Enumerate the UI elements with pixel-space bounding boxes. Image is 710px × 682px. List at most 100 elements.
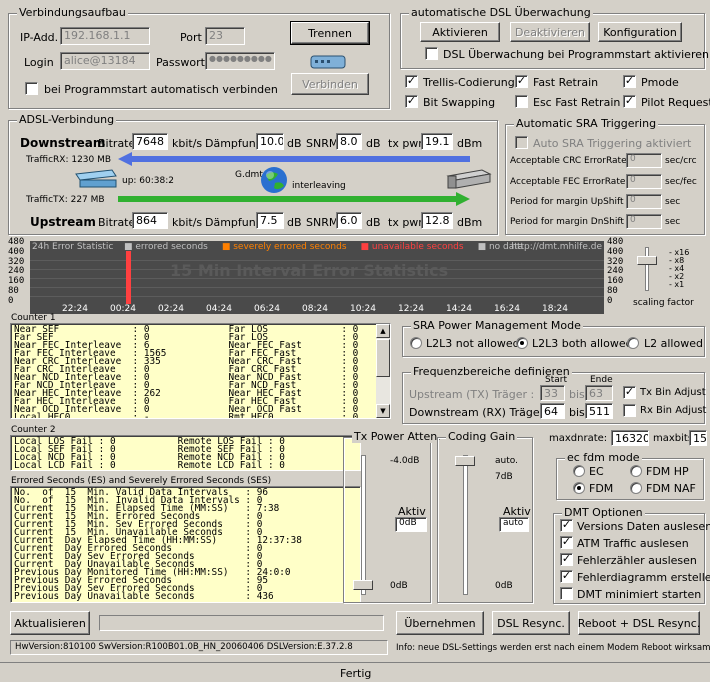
status-bar: Fertig [0, 662, 710, 682]
tx-adjust-checkbox[interactable]: ✓ [623, 386, 636, 399]
reboot-resync-button[interactable]: Reboot + DSL Resync. [578, 611, 700, 635]
scroll-thumb[interactable] [376, 339, 390, 377]
password-field[interactable]: ●●●●●●●●● [205, 52, 275, 70]
aktualisieren-button[interactable]: Aktualisieren [10, 611, 90, 635]
legend-item: ■ errored seconds [124, 242, 208, 252]
txatt-top-label: -4.0dB [390, 456, 420, 466]
ds-kbits-label: kbit/s [172, 137, 203, 150]
dsl-resync-button[interactable]: DSL Resync. [492, 611, 570, 635]
dmt-o5-label: DMT minimiert starten [577, 588, 702, 601]
y-tick-label: 80 [8, 286, 19, 296]
ds-end-field[interactable]: 511 [585, 403, 613, 419]
fast-retrain-checkbox[interactable]: ✓ [515, 75, 528, 88]
dnshift-unit: sec [665, 217, 681, 227]
coding-slider-thumb[interactable] [455, 456, 475, 466]
esc-fast-checkbox[interactable] [515, 95, 528, 108]
dmt-o5-checkbox[interactable] [560, 587, 573, 600]
fdm-radio[interactable] [573, 482, 585, 494]
auto-sra-checkbox[interactable] [515, 136, 528, 149]
dmt-o4-checkbox[interactable]: ✓ [560, 570, 573, 583]
counter2-text: Local LOS Fail : 0 Remote LOS Fail : 0 Lo… [14, 437, 285, 470]
fec-field[interactable]: 0 [626, 174, 662, 189]
counter1-title: Counter 1 [11, 313, 56, 323]
port-label: Port [180, 31, 202, 44]
konfiguration-button[interactable]: Konfiguration [598, 22, 682, 42]
pmode-checkbox[interactable]: ✓ [623, 75, 636, 88]
chart-url: http://dmt.mhilfe.de [511, 242, 602, 252]
ip-field[interactable]: 192.168.1.1 [60, 27, 150, 45]
scaling-slider-track[interactable] [645, 247, 649, 291]
maxdnrate-field[interactable]: 16320 [611, 430, 649, 446]
us-daempfung-label: Dämpfung [205, 216, 263, 229]
fdm-hp-radio[interactable] [630, 465, 642, 477]
ds-db2-label: dB [366, 137, 381, 150]
port-field[interactable]: 23 [205, 27, 245, 45]
dslam-icon [446, 168, 492, 192]
us-start-field[interactable]: 33 [540, 385, 565, 401]
y-tick-label: 0 [607, 295, 613, 306]
ds-start-field[interactable]: 64 [540, 403, 565, 419]
l2l3-not-radio[interactable] [410, 337, 422, 349]
traffic-tx-label: TrafficTX: 227 MB [26, 195, 105, 205]
scroll-up-icon[interactable]: ▲ [376, 324, 390, 338]
x-tick-label: 12:24 [398, 304, 424, 314]
y-tick-label: 80 [607, 286, 618, 296]
counter1-scrollbar[interactable]: ▲ ▼ [376, 324, 390, 418]
autoconnect-checkbox[interactable] [25, 82, 38, 95]
l2l3-both-radio[interactable] [516, 337, 528, 349]
crc-field[interactable]: 0 [626, 153, 662, 168]
dmt-o3-checkbox[interactable]: ✓ [560, 553, 573, 566]
rx-adjust-checkbox[interactable] [623, 404, 636, 417]
counter2-box[interactable]: Local LOS Fail : 0 Remote LOS Fail : 0 Lo… [10, 435, 361, 471]
pilot-label: Pilot Request [641, 96, 710, 109]
dmt-o1-checkbox[interactable]: ✓ [560, 519, 573, 532]
y-tick-label: 480 [607, 237, 624, 247]
verbinden-button[interactable]: Verbinden [291, 73, 369, 95]
fdm-naf-radio[interactable] [630, 482, 642, 494]
ses-box[interactable]: No. of 15 Min. Valid Data Intervals : 96… [10, 486, 361, 603]
x-tick-label: 18:24 [542, 304, 568, 314]
ds-db-label: dB [287, 137, 302, 150]
l2-radio[interactable] [627, 337, 639, 349]
pilot-checkbox[interactable]: ✓ [623, 95, 636, 108]
chart-legend: ■ errored seconds ■ severely errored seco… [124, 242, 537, 252]
uptime-label: up: 60:38:2 [122, 176, 175, 186]
legend-item: ■ severely errored seconds [221, 242, 347, 252]
autoconnect-label: bei Programmstart automatisch verbinden [44, 83, 278, 96]
traffic-rx-label: TrafficRX: 1230 MB [26, 155, 112, 165]
maxdnrate-label: maxdnrate: [549, 433, 608, 444]
trellis-checkbox[interactable]: ✓ [405, 75, 418, 88]
us-db-label: dB [287, 216, 302, 229]
dmt-title: DMT Optionen [562, 506, 645, 519]
y-tick-label: 400 [607, 246, 624, 257]
uebernehmen-button[interactable]: Übernehmen [396, 611, 484, 635]
login-field[interactable]: alice@13184 [60, 52, 150, 70]
coding-aktiv-field: auto [499, 517, 529, 532]
watch-start-checkbox[interactable] [425, 47, 438, 60]
scaling-slider-thumb[interactable] [637, 256, 657, 265]
modem-icon [310, 52, 348, 72]
txatt-slider-thumb[interactable] [353, 580, 373, 590]
counter1-box[interactable]: Near SEF : 0 Far LOS : 0 Far SEF : 0 Far … [10, 323, 391, 419]
upshift-field[interactable]: 0 [626, 194, 662, 209]
ses-text: No. of 15 Min. Valid Data Intervals : 96… [14, 488, 302, 601]
trennen-button[interactable]: Trennen [290, 21, 370, 45]
maxbits-field[interactable]: 15 [689, 430, 707, 446]
connection-title: Verbindungsaufbau [17, 6, 128, 19]
us-dbm-label: dBm [457, 216, 483, 229]
ec-radio[interactable] [573, 465, 585, 477]
us-end-field[interactable]: 63 [585, 385, 613, 401]
coding-slider-track[interactable] [463, 455, 468, 595]
aktivieren-button[interactable]: Aktivieren [420, 22, 500, 42]
fdm-naf-label: FDM NAF [646, 482, 696, 495]
bitswap-checkbox[interactable]: ✓ [405, 95, 418, 108]
dmt-o2-checkbox[interactable]: ✓ [560, 536, 573, 549]
deaktivieren-button[interactable]: Deaktivieren [510, 22, 590, 42]
version-box: HwVersion:810100 SwVersion:R100B01.0B_HN… [10, 640, 388, 655]
login-label: Login [24, 56, 54, 69]
dnshift-field[interactable]: 0 [626, 214, 662, 229]
pmode-label: Pmode [641, 76, 679, 89]
y-tick-label: 0 [8, 295, 14, 306]
txatt-slider-track[interactable] [361, 455, 366, 595]
scroll-down-icon[interactable]: ▼ [376, 404, 390, 418]
